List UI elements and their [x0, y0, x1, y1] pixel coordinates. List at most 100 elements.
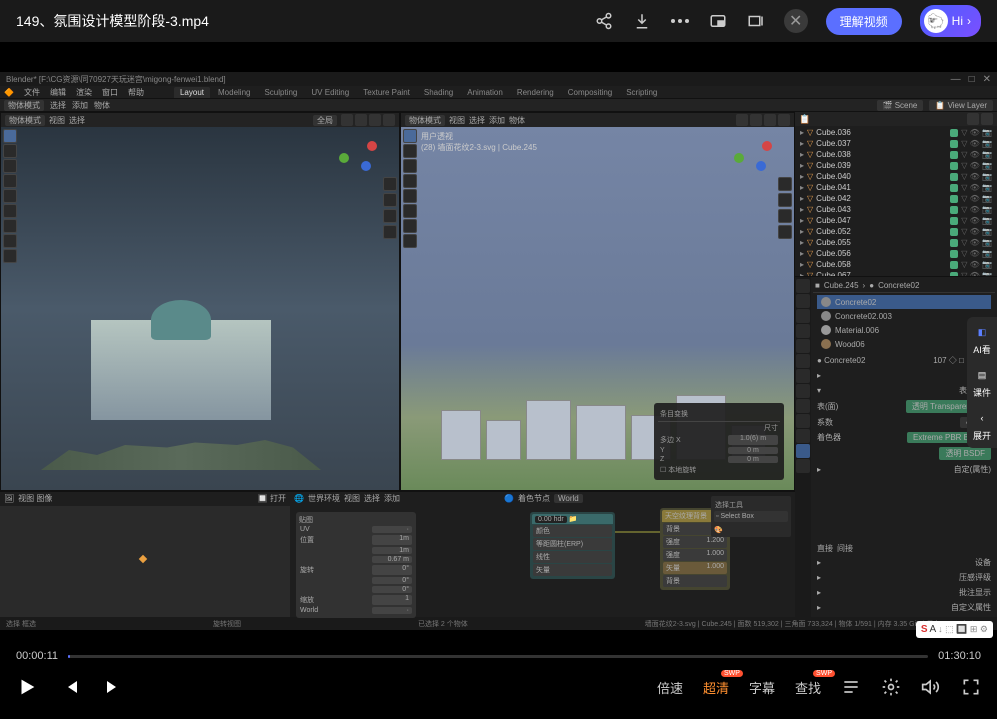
timeline-canvas[interactable] [0, 506, 290, 617]
ai-watch-button[interactable]: ◧ AI看 [973, 323, 991, 356]
quality-button[interactable]: 超清SWP [703, 678, 729, 697]
prop-tab-object[interactable] [796, 354, 810, 368]
close-button[interactable]: ✕ [784, 9, 808, 33]
menu-file[interactable]: 文件 [24, 87, 40, 98]
courseware-button[interactable]: ▤ 课件 [973, 366, 991, 399]
outliner-item[interactable]: ▸▽Cube.039▽ 👁 📷 [796, 160, 996, 171]
settings-icon[interactable] [881, 677, 901, 697]
tool-cursor[interactable] [3, 144, 17, 158]
menu-render[interactable]: 渲染 [76, 87, 92, 98]
pip-icon[interactable] [708, 11, 728, 31]
prev-button[interactable] [62, 678, 80, 696]
tool-transform[interactable] [3, 204, 17, 218]
prop-tab-view[interactable] [796, 309, 810, 323]
prop-tab-physics[interactable] [796, 399, 810, 413]
playlist-icon[interactable] [841, 677, 861, 697]
tool-add[interactable] [3, 249, 17, 263]
nav-gizmo-right[interactable] [734, 133, 774, 173]
outliner-item[interactable]: ▸▽Cube.041▽ 👁 📷 [796, 182, 996, 193]
close-icon[interactable]: ✕ [983, 74, 991, 85]
subtitle-button[interactable]: 字幕 [749, 678, 775, 697]
outliner-item[interactable]: ▸▽Cube.036▽ 👁 📷 [796, 127, 996, 138]
download-icon[interactable] [632, 11, 652, 31]
axis-y-icon[interactable] [339, 153, 349, 163]
tool-select[interactable] [3, 129, 17, 143]
zoom-icon[interactable] [383, 177, 397, 191]
axis-z-icon[interactable] [361, 161, 371, 171]
theater-icon[interactable] [746, 11, 766, 31]
input-method-badge[interactable]: S A ↓ ⬚ 🔲 ⊞ ⚙ [916, 621, 993, 638]
prop-tab-modifier[interactable] [796, 369, 810, 383]
tab-animation[interactable]: Animation [461, 87, 509, 98]
viewport-right-canvas[interactable]: 用户透视 (28) 墙面花纹2-3.svg | Cube.245 [401, 127, 794, 490]
tab-uvediting[interactable]: UV Editing [305, 87, 355, 98]
speed-button[interactable]: 倍速 [657, 678, 683, 697]
more-icon[interactable] [670, 11, 690, 31]
outliner-item[interactable]: ▸▽Cube.052▽ 👁 📷 [796, 226, 996, 237]
volume-icon[interactable] [921, 677, 941, 697]
mapping-node[interactable]: 贴图 UV· 位置1m 1m 0.67 m 旋转0° 0° 0° 缩放1 Wor… [296, 512, 416, 618]
mode-dropdown[interactable]: 物体模式 [4, 100, 44, 111]
outliner-item[interactable]: ▸▽Cube.067▽ 👁 📷 [796, 270, 996, 277]
tool-annotate[interactable] [3, 219, 17, 233]
progress-bar[interactable] [68, 655, 928, 658]
material-slot[interactable]: Concrete02 [817, 295, 991, 309]
tool-move[interactable] [3, 159, 17, 173]
axis-x-icon[interactable] [367, 141, 377, 151]
tab-rendering[interactable]: Rendering [511, 87, 560, 98]
tab-sculpting[interactable]: Sculpting [258, 87, 303, 98]
prop-tab-texture[interactable] [796, 459, 810, 473]
pan-icon[interactable] [383, 193, 397, 207]
select-box-tool[interactable]: ▫ Select Box [714, 511, 788, 522]
outliner-item[interactable]: ▸▽Cube.058▽ 👁 📷 [796, 259, 996, 270]
outliner-item[interactable]: ▸▽Cube.037▽ 👁 📷 [796, 138, 996, 149]
tool-scale[interactable] [3, 189, 17, 203]
outliner-item[interactable]: ▸▽Cube.038▽ 👁 📷 [796, 149, 996, 160]
search-button[interactable]: 查找SWP [795, 678, 821, 697]
outliner-item[interactable]: ▸▽Cube.047▽ 👁 📷 [796, 215, 996, 226]
prop-tab-constraint[interactable] [796, 414, 810, 428]
nav-gizmo[interactable] [339, 133, 379, 173]
tool-measure[interactable] [3, 234, 17, 248]
tool-rotate[interactable] [3, 174, 17, 188]
maximize-icon[interactable]: □ [969, 74, 975, 85]
prop-tab-data[interactable] [796, 429, 810, 443]
transform-panel[interactable]: 条目变换 尺寸 多边 X1.0(6) m Y0 m Z0 m ☐ 本地旋转 [654, 403, 784, 480]
viewport-left-canvas[interactable] [1, 127, 399, 490]
avatar-button[interactable]: 🐑 Hi › [920, 5, 981, 37]
keyframe-icon[interactable] [139, 555, 147, 563]
fullscreen-icon[interactable] [961, 677, 981, 697]
menu-edit[interactable]: 编辑 [50, 87, 66, 98]
vp-mode[interactable]: 物体模式 [5, 115, 45, 126]
viewlayer-field[interactable]: 📋 View Layer [929, 100, 993, 111]
expand-button[interactable]: ‹ 展开 [973, 409, 991, 442]
menu-help[interactable]: 帮助 [128, 87, 144, 98]
perspective-icon[interactable] [383, 225, 397, 239]
understand-video-button[interactable]: 理解视频 [826, 8, 902, 35]
tab-shading[interactable]: Shading [418, 87, 459, 98]
prop-tab-particle[interactable] [796, 384, 810, 398]
scene-field[interactable]: 🎬 Scene [877, 100, 924, 111]
menu-window[interactable]: 窗口 [102, 87, 118, 98]
outliner-item[interactable]: ▸▽Cube.056▽ 👁 📷 [796, 248, 996, 259]
env-texture-node[interactable]: 0.00 hdr 📁 颜色 等距圆柱(ERP) 线性 矢量 [530, 512, 615, 579]
blender-logo-icon[interactable]: 🔶 [4, 88, 14, 97]
next-button[interactable] [104, 678, 122, 696]
prop-tab-scene[interactable] [796, 324, 810, 338]
prop-tab-material[interactable] [796, 444, 810, 458]
tab-texturepaint[interactable]: Texture Paint [357, 87, 416, 98]
tab-layout[interactable]: Layout [174, 87, 210, 98]
outliner-item[interactable]: ▸▽Cube.055▽ 👁 📷 [796, 237, 996, 248]
prop-tab-world[interactable] [796, 339, 810, 353]
outliner-list[interactable]: ▸▽Cube.036▽ 👁 📷▸▽Cube.037▽ 👁 📷▸▽Cube.038… [795, 126, 997, 277]
outliner-item[interactable]: ▸▽Cube.043▽ 👁 📷 [796, 204, 996, 215]
tab-scripting[interactable]: Scripting [620, 87, 663, 98]
tab-modeling[interactable]: Modeling [212, 87, 256, 98]
camera-icon[interactable] [383, 209, 397, 223]
share-icon[interactable] [594, 11, 614, 31]
prop-tab-output[interactable] [796, 294, 810, 308]
minimize-icon[interactable]: — [951, 74, 961, 85]
prop-tab-render[interactable] [796, 279, 810, 293]
outliner-item[interactable]: ▸▽Cube.040▽ 👁 📷 [796, 171, 996, 182]
play-button[interactable] [16, 676, 38, 698]
